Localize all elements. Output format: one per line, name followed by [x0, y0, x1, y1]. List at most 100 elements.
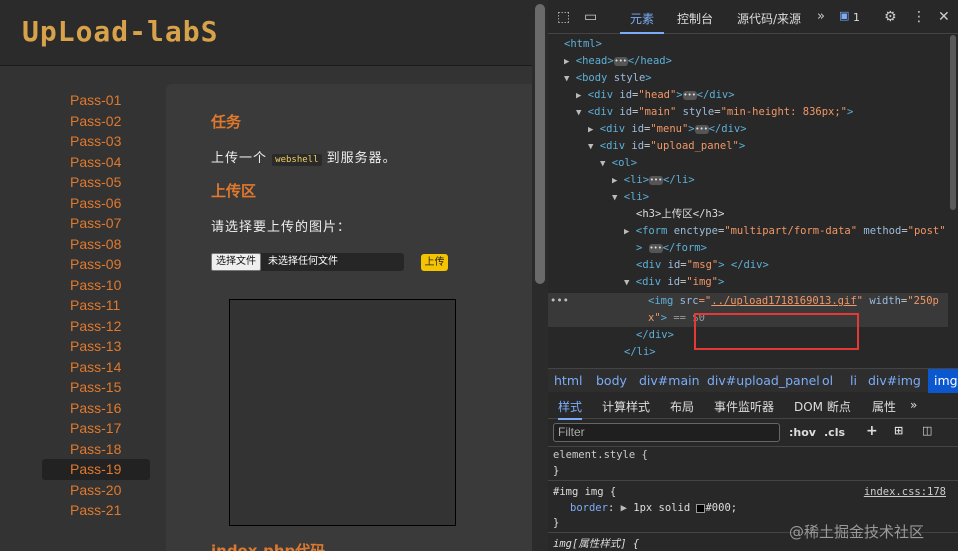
- tab-event-listeners[interactable]: 事件监听器: [714, 398, 774, 415]
- menu-item-pass-19[interactable]: Pass-19: [42, 459, 150, 480]
- menu-item-pass-10[interactable]: Pass-10: [42, 275, 150, 296]
- dom-tree-scrollbar[interactable]: [948, 35, 958, 365]
- node-div-img[interactable]: ▼ <div id="img">: [624, 274, 724, 291]
- node-head[interactable]: ▶ <head>•••</head>: [564, 53, 672, 70]
- collapse-icon[interactable]: ▼: [600, 159, 605, 169]
- settings-gear-icon[interactable]: ⚙: [884, 9, 897, 25]
- ellipsis-icon[interactable]: •••: [613, 56, 628, 66]
- tab-styles[interactable]: 样式: [558, 398, 583, 420]
- file-input[interactable]: 选择文件 未选择任何文件: [211, 253, 404, 271]
- node-body[interactable]: ▼ <body style>: [564, 70, 652, 87]
- menu-item-pass-12[interactable]: Pass-12: [42, 316, 150, 337]
- menu-item-pass-03[interactable]: Pass-03: [42, 131, 150, 152]
- node-div-upload-panel[interactable]: ▼ <div id="upload_panel">: [588, 138, 745, 155]
- sidebar-toggle-icon[interactable]: ◫: [922, 424, 932, 437]
- ellipsis-icon[interactable]: •••: [649, 175, 664, 185]
- choose-file-button[interactable]: 选择文件: [211, 253, 261, 271]
- collapse-icon[interactable]: ▼: [576, 108, 581, 118]
- element-style-rule[interactable]: element.style {: [553, 449, 648, 461]
- menu-item-pass-11[interactable]: Pass-11: [42, 295, 150, 316]
- dom-tree-scrollbar-thumb[interactable]: [950, 35, 956, 210]
- inspect-icon[interactable]: ⬚: [557, 9, 570, 25]
- collapse-icon[interactable]: ▼: [612, 193, 617, 203]
- tab-sources[interactable]: 源代码/来源: [737, 10, 801, 27]
- upload-button[interactable]: 上传: [421, 254, 448, 271]
- node-li-2[interactable]: ▼ <li>: [612, 189, 649, 206]
- device-toolbar-icon[interactable]: ▭: [584, 9, 597, 25]
- menu-item-pass-08[interactable]: Pass-08: [42, 234, 150, 255]
- page-scrollbar-thumb[interactable]: [535, 4, 545, 284]
- collapse-icon[interactable]: ▼: [564, 74, 569, 84]
- breadcrumb-item[interactable]: img: [928, 369, 958, 393]
- node-div-main[interactable]: ▼ <div id="main" style="min-height: 836p…: [576, 104, 853, 121]
- tab-properties[interactable]: 属性: [872, 398, 896, 415]
- expand-icon[interactable]: ▶: [564, 57, 569, 67]
- expand-icon[interactable]: ▶: [624, 227, 629, 237]
- more-options-icon[interactable]: ⋮: [912, 9, 926, 25]
- tab-dom-breakpoints[interactable]: DOM 断点: [794, 398, 851, 415]
- breadcrumb-item[interactable]: div#main: [639, 373, 700, 388]
- tab-elements[interactable]: 元素: [619, 10, 665, 34]
- issues-icon[interactable]: ▣: [839, 9, 849, 22]
- styles-filter-input[interactable]: Filter: [553, 423, 780, 442]
- node-div-img-close[interactable]: </div>: [636, 327, 674, 344]
- cls-toggle[interactable]: .cls: [824, 426, 845, 439]
- rule-declaration[interactable]: border: ▶ 1px solid #000;: [570, 502, 737, 514]
- breadcrumb-item[interactable]: div#upload_panel: [707, 373, 820, 388]
- menu-item-pass-14[interactable]: Pass-14: [42, 357, 150, 378]
- image-src-link[interactable]: ../upload1718169013.gif: [711, 295, 856, 307]
- page-scrollbar[interactable]: [532, 0, 548, 551]
- breadcrumb-item[interactable]: li: [850, 373, 857, 388]
- menu-item-pass-02[interactable]: Pass-02: [42, 111, 150, 132]
- node-h3[interactable]: <h3>上传区</h3>: [636, 206, 724, 223]
- node-div-menu[interactable]: ▶ <div id="menu">•••</div>: [588, 121, 747, 138]
- node-li-close[interactable]: </li>: [624, 344, 656, 361]
- breadcrumb-item[interactable]: div#img: [868, 373, 921, 388]
- node-form[interactable]: ▶ <form enctype="multipart/form-data" me…: [624, 223, 946, 240]
- close-icon[interactable]: ✕: [938, 9, 950, 25]
- collapse-icon[interactable]: ▼: [588, 142, 593, 152]
- breadcrumb-item[interactable]: html: [554, 373, 582, 388]
- ellipsis-icon[interactable]: •••: [648, 243, 663, 253]
- menu-item-pass-16[interactable]: Pass-16: [42, 398, 150, 419]
- tab-layout[interactable]: 布局: [670, 398, 694, 415]
- more-tabs-icon[interactable]: »: [910, 398, 917, 412]
- hov-toggle[interactable]: :hov: [789, 426, 816, 439]
- rule-selector[interactable]: #img img {: [553, 486, 616, 498]
- menu-item-pass-18[interactable]: Pass-18: [42, 439, 150, 460]
- breadcrumb-item[interactable]: body: [596, 373, 627, 388]
- tab-console[interactable]: 控制台: [677, 10, 713, 27]
- node-dots-icon[interactable]: •••: [550, 293, 569, 310]
- menu-item-pass-09[interactable]: Pass-09: [42, 254, 150, 275]
- menu-item-pass-20[interactable]: Pass-20: [42, 480, 150, 501]
- node-img[interactable]: <img src="../upload1718169013.gif" width…: [648, 293, 939, 310]
- attr-style-rule[interactable]: img[属性样式] {: [553, 536, 639, 551]
- ellipsis-icon[interactable]: •••: [694, 124, 709, 134]
- expand-icon[interactable]: ▶: [588, 125, 593, 135]
- tab-computed[interactable]: 计算样式: [602, 398, 650, 415]
- menu-item-pass-15[interactable]: Pass-15: [42, 377, 150, 398]
- node-form-end[interactable]: > •••</form>: [636, 240, 707, 257]
- breadcrumb-item[interactable]: ol: [822, 373, 833, 388]
- node-div-msg[interactable]: <div id="msg"> </div>: [636, 257, 769, 274]
- menu-item-pass-21[interactable]: Pass-21: [42, 500, 150, 521]
- menu-item-pass-06[interactable]: Pass-06: [42, 193, 150, 214]
- menu-item-pass-13[interactable]: Pass-13: [42, 336, 150, 357]
- menu-item-pass-07[interactable]: Pass-07: [42, 213, 150, 234]
- rule-source-link[interactable]: index.css:178: [864, 486, 946, 498]
- menu-item-pass-01[interactable]: Pass-01: [42, 90, 150, 111]
- expand-icon[interactable]: ▶: [576, 91, 581, 101]
- paint-icon[interactable]: ⊞: [894, 424, 903, 437]
- node-ol[interactable]: ▼ <ol>: [600, 155, 637, 172]
- node-li-1[interactable]: ▶ <li>•••</li>: [612, 172, 695, 189]
- ellipsis-icon[interactable]: •••: [682, 90, 697, 100]
- menu-item-pass-04[interactable]: Pass-04: [42, 152, 150, 173]
- menu-item-pass-05[interactable]: Pass-05: [42, 172, 150, 193]
- node-html[interactable]: <html>: [564, 36, 602, 53]
- menu-item-pass-17[interactable]: Pass-17: [42, 418, 150, 439]
- site-logo[interactable]: UpLoad-labS: [22, 15, 218, 48]
- new-rule-icon[interactable]: +: [866, 423, 878, 439]
- more-tabs-icon[interactable]: »: [817, 9, 825, 24]
- collapse-icon[interactable]: ▼: [624, 278, 629, 288]
- node-div-head[interactable]: ▶ <div id="head">•••</div>: [576, 87, 735, 104]
